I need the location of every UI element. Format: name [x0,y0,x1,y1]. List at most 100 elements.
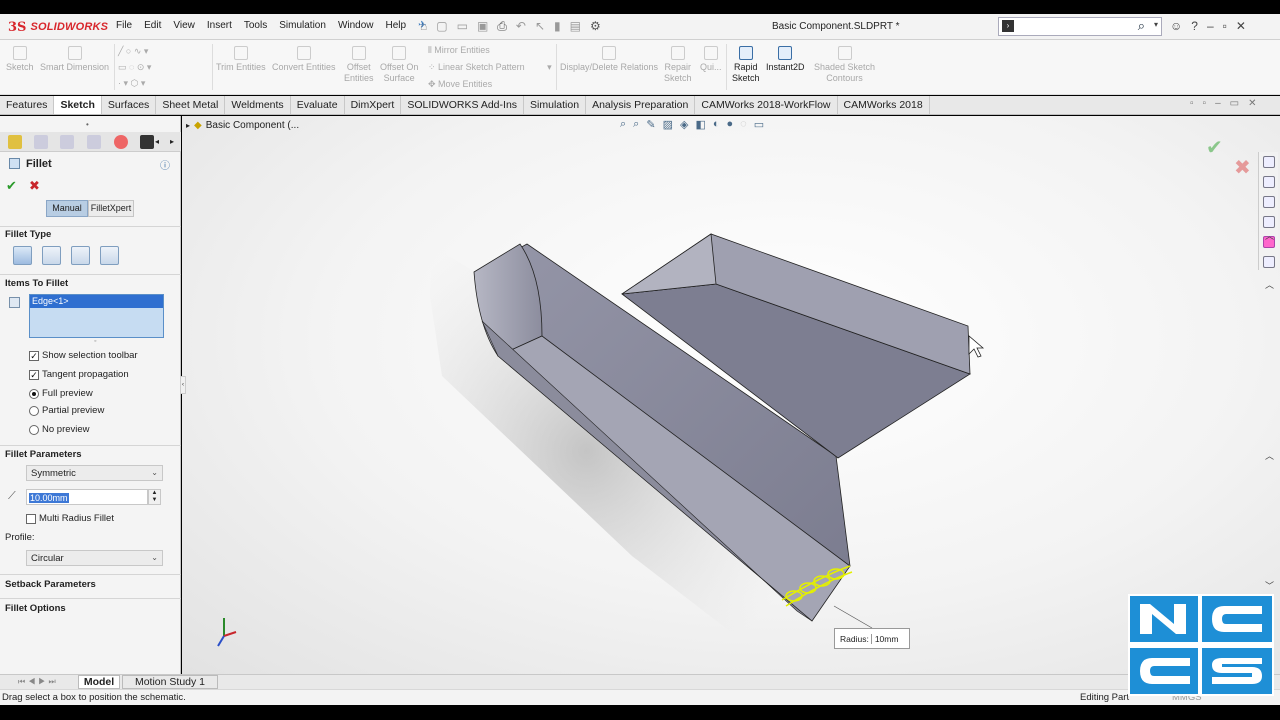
no-preview-option[interactable]: No preview [29,424,90,435]
fillet-type-heading[interactable]: Fillet Type [5,229,51,240]
search-icon[interactable]: ⌕ [1138,18,1145,34]
view-palette-icon[interactable] [1263,216,1275,228]
confirm-cancel-icon[interactable]: ✖ [1234,155,1251,179]
solidworks-resources-icon[interactable] [1263,156,1275,168]
tile-icon[interactable]: ▫ [1190,98,1194,109]
trim-entities-button[interactable]: Trim Entities [216,46,266,73]
chevron-up-icon[interactable]: ︿ [1265,229,1274,242]
options-icon[interactable]: ⚙ [590,19,601,34]
hide-show-icon[interactable]: ◐ [713,118,720,131]
feature-tree-breadcrumb[interactable]: ▸ ◆ Basic Component (... [186,120,299,131]
profile-dropdown[interactable]: Circular ⌄ [26,550,163,566]
file-properties-icon[interactable]: ▤ [570,19,581,34]
tab-camworks[interactable]: CAMWorks 2018 [838,96,930,114]
full-round-fillet-icon[interactable] [100,246,119,265]
tab-sheet-metal[interactable]: Sheet Metal [156,96,226,114]
constant-size-fillet-icon[interactable] [13,246,32,265]
tab-simulation[interactable]: Simulation [524,96,587,114]
undo-icon[interactable]: ↶ [516,19,526,34]
setback-parameters-heading[interactable]: Setback Parameters [5,579,96,590]
convert-entities-button[interactable]: Convert Entities [272,46,336,73]
edit-appearance-icon[interactable]: ● [727,118,734,131]
apply-scene-icon[interactable]: ◌ [740,118,747,131]
multi-radius-fillet-option[interactable]: Multi Radius Fillet [26,513,114,524]
tab-evaluate[interactable]: Evaluate [291,96,345,114]
tab-weldments[interactable]: Weldments [225,96,291,114]
model-tab[interactable]: Model [78,675,120,689]
chevron-up-icon[interactable]: ︿ [1265,278,1274,291]
new-icon[interactable]: ▢ [436,19,447,34]
doc-close-icon[interactable]: ✕ [1248,98,1256,109]
checkbox-checked-icon[interactable]: ✓ [29,350,39,361]
line-tools-icon[interactable]: ╱ ○ ∿ ▾ [118,46,148,57]
panel-grip-icon[interactable]: • [86,120,89,129]
restore-icon[interactable]: ▫ [1223,19,1227,33]
menu-edit[interactable]: Edit [144,20,161,31]
smart-dimension-button[interactable]: Smart Dimension [40,46,109,73]
checkbox-icon[interactable] [26,513,36,524]
expand-arrow-icon[interactable]: ▸ [186,121,190,130]
home-icon[interactable]: ⌂ [420,19,427,34]
minimize-icon[interactable]: – [1207,19,1214,33]
open-icon[interactable]: ▭ [457,19,468,34]
radius-input[interactable]: 10.00mm [26,489,148,505]
motion-study-tab[interactable]: Motion Study 1 [122,675,218,689]
radius-spinner[interactable]: ▲ ▼ [148,489,161,505]
manual-tab[interactable]: Manual [46,200,88,217]
user-icon[interactable]: ☺ [1170,19,1182,33]
search-commands-input[interactable]: › ⌕ ▾ [998,17,1162,36]
instant2d-button[interactable]: Instant2D [766,46,805,73]
tangent-propagation-option[interactable]: ✓ Tangent propagation [29,369,129,380]
radius-callout-value[interactable]: 10mm [870,633,898,644]
tile2-icon[interactable]: ▫ [1203,98,1207,109]
rectangle-tools-icon[interactable]: ▭ ◌ ⊙ ▾ [118,62,151,73]
tab-solidworks-addins[interactable]: SOLIDWORKS Add-Ins [401,96,525,114]
view-settings-icon[interactable]: ▭ [754,118,764,131]
tab-sketch[interactable]: Sketch [54,96,102,114]
previous-view-icon[interactable]: ✎ [646,118,655,131]
ok-checkmark-icon[interactable]: ✔ [6,178,17,194]
help-icon[interactable]: ? [1191,19,1198,33]
rapid-sketch-button[interactable]: Rapid Sketch [732,46,760,84]
radio-icon[interactable] [29,405,39,416]
tab-navigation-arrows-icon[interactable]: ⏮◀▶⏭ [18,677,59,687]
items-to-fillet-list[interactable]: Edge<1> [29,294,164,338]
solidworks-logo[interactable]: 3S SOLIDWORKS [8,18,108,36]
point-tools-icon[interactable]: · ▾ ⬡ ▾ [118,78,145,89]
doc-minimize-icon[interactable]: – [1215,98,1221,109]
graphics-area[interactable]: ✔ ✖ [182,116,1280,674]
linear-sketch-pattern-button[interactable]: ⁘ Linear Sketch Pattern ▾ [428,62,552,73]
panel-collapse-handle[interactable]: ‹ [180,376,186,394]
tab-analysis-preparation[interactable]: Analysis Preparation [586,96,696,114]
sketch-button[interactable]: Sketch [6,46,34,73]
quick-snaps-button[interactable]: Qui... [700,46,722,73]
checkbox-checked-icon[interactable]: ✓ [29,369,39,380]
tab-scroll-right-icon[interactable]: ▸ [170,137,174,146]
custom-properties-icon[interactable] [1263,256,1275,268]
radio-selected-icon[interactable] [29,388,39,399]
feature-manager-tab-icon[interactable] [8,135,22,149]
offset-entities-button[interactable]: Offset Entities [344,46,374,84]
chevron-down-icon[interactable]: ﹀ [1265,579,1274,592]
save-icon[interactable]: ▣ [477,19,488,34]
confirm-ok-icon[interactable]: ✔ [1206,135,1223,159]
close-icon[interactable]: ✕ [1236,19,1246,33]
view-orientation-icon[interactable]: ◈ [680,118,688,131]
offset-on-surface-button[interactable]: Offset On Surface [380,46,418,84]
menu-simulation[interactable]: Simulation [279,20,326,31]
zoom-to-area-icon[interactable]: ⌕ [633,118,639,131]
file-explorer-icon[interactable] [1263,196,1275,208]
rebuild-icon[interactable]: ▮ [554,19,561,34]
full-preview-option[interactable]: Full preview [29,388,93,399]
tab-camworks-workflow[interactable]: CAMWorks 2018-WorkFlow [695,96,838,114]
menu-help[interactable]: Help [386,20,407,31]
display-delete-relations-button[interactable]: Display/Delete Relations [560,46,658,73]
zoom-to-fit-icon[interactable]: ⌕ [620,118,626,131]
fillet-options-heading[interactable]: Fillet Options [5,603,66,614]
filletxpert-tab[interactable]: FilletXpert [88,200,134,217]
face-fillet-icon[interactable] [71,246,90,265]
move-entities-button[interactable]: ✥ Move Entities [428,79,492,90]
help-circle-icon[interactable]: ⓘ [160,157,170,172]
display-style-icon[interactable]: ◧ [695,118,705,131]
tab-features[interactable]: Features [0,96,55,114]
